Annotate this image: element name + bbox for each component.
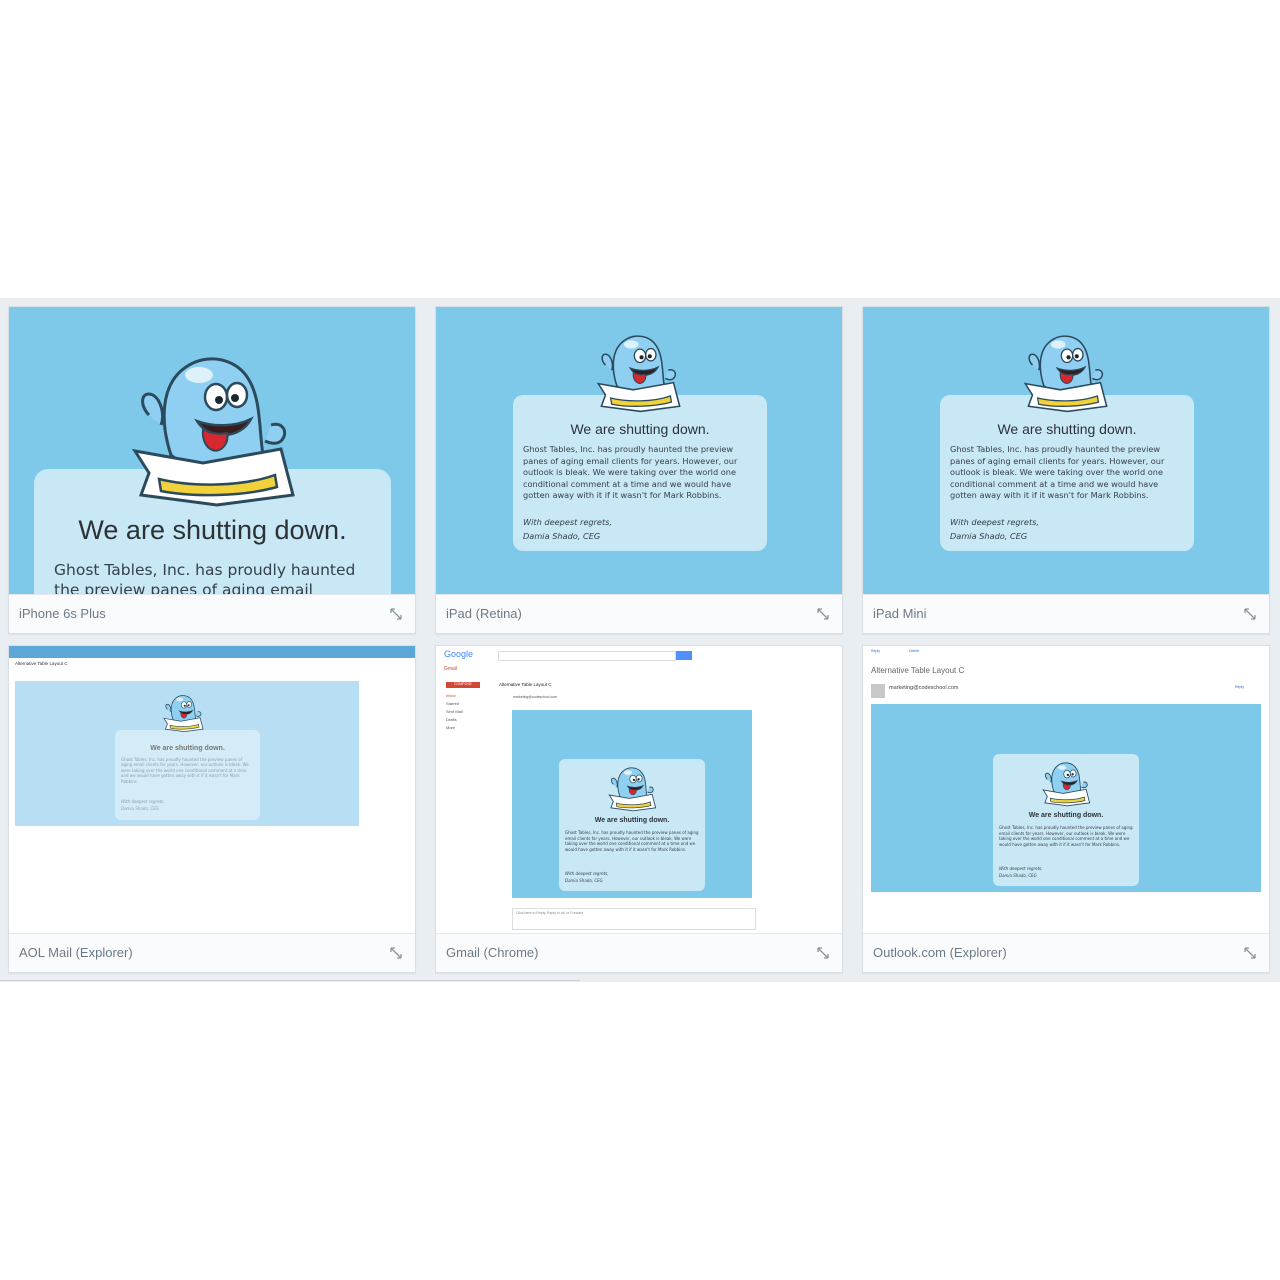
expand-icon[interactable] bbox=[389, 607, 403, 621]
email-body: Ghost Tables, Inc. has proudly haunted t… bbox=[523, 444, 738, 501]
gmail-search-input[interactable] bbox=[498, 651, 676, 661]
card-caption: Gmail (Chrome) bbox=[436, 933, 842, 972]
search-button[interactable] bbox=[676, 651, 692, 660]
ghost-tables-logo-icon bbox=[597, 335, 681, 413]
email-headline: We are shutting down. bbox=[150, 745, 225, 752]
email-signer: Damia Shado, CEG bbox=[121, 806, 159, 811]
nav-more[interactable]: More bbox=[446, 725, 455, 730]
card-caption: iPhone 6s Plus bbox=[9, 594, 415, 633]
email-signature: With deepest regrets, Damia Shado, CEG bbox=[565, 870, 609, 884]
expand-icon[interactable] bbox=[816, 607, 830, 621]
preview-card-outlook-com[interactable]: Reply Delete Alternative Table Layout C … bbox=[862, 645, 1270, 973]
email-closing: With deepest regrets, bbox=[565, 871, 609, 876]
email-signer: Damia Shado, CEG bbox=[999, 873, 1037, 878]
card-caption: AOL Mail (Explorer) bbox=[9, 933, 415, 972]
preview-card-aol-mail[interactable]: Alternative Table Layout C We are shutti… bbox=[8, 645, 416, 973]
email-client-preview: Google Gmail COMPOSE Inbox Starred Sent … bbox=[436, 646, 842, 933]
card-label: Gmail (Chrome) bbox=[446, 945, 539, 960]
email-signer: Damia Shado, CEG bbox=[950, 531, 1028, 541]
delete-toolbar-button[interactable]: Delete bbox=[909, 649, 919, 653]
email-body-line: Ghost Tables, Inc. has proudly haunted bbox=[54, 561, 356, 579]
nav-drafts[interactable]: Drafts bbox=[446, 717, 457, 722]
nav-inbox[interactable]: Inbox bbox=[446, 693, 456, 698]
aol-subject: Alternative Table Layout C bbox=[15, 661, 68, 666]
expand-icon[interactable] bbox=[1243, 946, 1257, 960]
compose-label: COMPOSE bbox=[454, 682, 472, 686]
card-label: Outlook.com (Explorer) bbox=[873, 945, 1007, 960]
expand-icon[interactable] bbox=[816, 946, 830, 960]
nav-starred[interactable]: Starred bbox=[446, 701, 459, 706]
card-caption: iPad (Retina) bbox=[436, 594, 842, 633]
card-caption: Outlook.com (Explorer) bbox=[863, 933, 1269, 972]
email-body: Ghost Tables, Inc. has proudly haunted t… bbox=[54, 560, 384, 594]
email-body: Ghost Tables, Inc. has proudly haunted t… bbox=[950, 444, 1165, 501]
email-headline: We are shutting down. bbox=[594, 817, 670, 824]
email-headline: We are shutting down. bbox=[1028, 812, 1104, 819]
ghost-tables-logo-icon bbox=[133, 357, 295, 507]
email-preview: We are shutting down. Ghost Tables, Inc.… bbox=[863, 307, 1269, 594]
email-signer: Damia Shado, CEG bbox=[523, 531, 601, 541]
preview-card-ipad-mini[interactable]: We are shutting down. Ghost Tables, Inc.… bbox=[862, 306, 1270, 634]
preview-card-iphone-6s-plus[interactable]: We are shutting down. Ghost Tables, Inc.… bbox=[8, 306, 416, 634]
email-closing: With deepest regrets, bbox=[999, 866, 1043, 871]
email-body-line: the preview panes of aging email bbox=[54, 581, 313, 594]
expand-icon[interactable] bbox=[1243, 607, 1257, 621]
gmail-label: Gmail bbox=[444, 666, 458, 672]
email-closing: With deepest regrets, bbox=[121, 799, 165, 804]
email-body: Ghost Tables, Inc. has proudly haunted t… bbox=[565, 830, 699, 852]
email-client-preview: Alternative Table Layout C We are shutti… bbox=[9, 646, 415, 933]
email-preview: We are shutting down. Ghost Tables, Inc.… bbox=[436, 307, 842, 594]
sender-address: marketing@codeschool.com bbox=[513, 695, 558, 699]
ghost-tables-logo-icon bbox=[1024, 335, 1108, 413]
email-headline: We are shutting down. bbox=[570, 421, 710, 437]
email-signer: Damia Shado, CEG bbox=[565, 878, 603, 883]
card-label: iPad (Retina) bbox=[446, 606, 522, 621]
email-body: Ghost Tables, Inc. has proudly haunted t… bbox=[999, 825, 1133, 847]
email-closing: With deepest regrets, bbox=[950, 517, 1040, 527]
email-subject: Alternative Table Layout C bbox=[499, 682, 552, 687]
sender-address: marketing@codeschool.com bbox=[889, 685, 959, 691]
google-logo: Google bbox=[444, 649, 474, 659]
card-label: iPad Mini bbox=[873, 606, 927, 621]
email-headline: We are shutting down. bbox=[997, 421, 1137, 437]
email-preview: We are shutting down. Ghost Tables, Inc.… bbox=[9, 307, 415, 594]
ghost-tables-logo-icon bbox=[1042, 762, 1091, 807]
email-signature: With deepest regrets, Damia Shado, CEG bbox=[121, 798, 165, 812]
email-subject: Alternative Table Layout C bbox=[871, 666, 965, 675]
email-body: Ghost Tables, Inc. has proudly haunted t… bbox=[121, 757, 249, 784]
preview-card-ipad-retina[interactable]: We are shutting down. Ghost Tables, Inc.… bbox=[435, 306, 843, 634]
nav-sent-mail[interactable]: Sent Mail bbox=[446, 709, 463, 714]
email-signature: With deepest regrets, Damia Shado, CEG bbox=[999, 865, 1043, 879]
ghost-tables-logo-icon bbox=[608, 767, 657, 812]
card-label: AOL Mail (Explorer) bbox=[19, 945, 133, 960]
email-closing: With deepest regrets, bbox=[523, 517, 613, 527]
reply-hint: Click here to Reply, Reply to all, or Fo… bbox=[516, 911, 584, 915]
aol-toolbar bbox=[9, 646, 415, 658]
email-signature: With deepest regrets, Damia Shado, CEG bbox=[950, 515, 1039, 543]
avatar bbox=[871, 684, 885, 698]
email-signature: With deepest regrets, Damia Shado, CEG bbox=[523, 515, 612, 543]
card-caption: iPad Mini bbox=[863, 594, 1269, 633]
card-label: iPhone 6s Plus bbox=[19, 606, 106, 621]
email-headline: We are shutting down. bbox=[78, 515, 347, 545]
scrollbar-track[interactable] bbox=[0, 980, 580, 981]
reply-toolbar-button[interactable]: Reply bbox=[871, 649, 880, 653]
reply-button[interactable]: Reply bbox=[1235, 685, 1244, 689]
expand-icon[interactable] bbox=[389, 946, 403, 960]
ghost-tables-logo-icon bbox=[163, 695, 204, 733]
email-client-preview: Reply Delete Alternative Table Layout C … bbox=[863, 646, 1269, 933]
preview-card-gmail[interactable]: Google Gmail COMPOSE Inbox Starred Sent … bbox=[435, 645, 843, 973]
